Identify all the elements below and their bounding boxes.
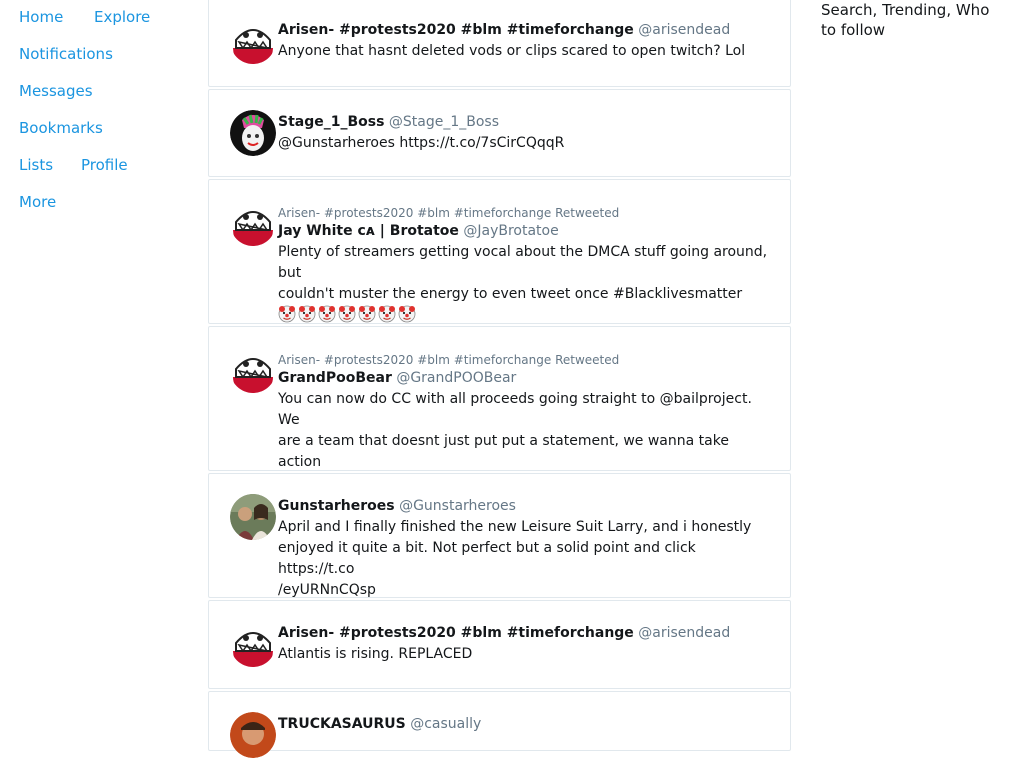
tweet-body: TRUCKASAURUS @casually [278,714,770,735]
retweet-context[interactable]: Arisen- #protests2020 #blm #timeforchang… [278,352,770,368]
tweet-text: April and I finally finished the new Lei… [278,519,752,598]
clown-face-emoji [338,305,356,323]
tweet[interactable]: Gunstarheroes @Gunstarheroes April and I… [208,473,791,598]
tweet-author-handle[interactable]: @Gunstarheroes [399,498,516,514]
tweet-author-name[interactable]: Gunstarheroes [278,498,395,514]
tweet-author-handle[interactable]: @Stage_1_Boss [389,114,499,130]
tweet[interactable]: Arisen- #protests2020 #blm #timeforchang… [208,600,791,689]
tweet-body: Arisen- #protests2020 #blm #timeforchang… [278,205,770,327]
tweet-author-name[interactable]: TRUCKASAURUS [278,716,406,732]
monster-avatar[interactable] [230,347,276,393]
tweet[interactable]: TRUCKASAURUS @casually [208,691,791,758]
tweet-author-name[interactable]: Jay White ᴄᴀ | Brotatoe [278,223,459,239]
clown-face-emoji [318,305,336,323]
right-sidebar-placeholder: Search, Trending, Who to follow [821,0,1006,40]
tweet-author-handle[interactable]: @arisendead [638,625,730,641]
clown-face-emoji [378,305,396,323]
tweet-text: Plenty of streamers getting vocal about … [278,242,770,327]
right-sidebar-text: Search, Trending, Who to follow [821,1,990,39]
clown-face-emoji [298,305,316,323]
tweet-body: Gunstarheroes @Gunstarheroes April and I… [278,496,770,601]
tweet-body: Arisen- #protests2020 #blm #timeforchang… [278,20,770,62]
person-photo-avatar[interactable] [230,712,276,758]
tweet[interactable]: Arisen- #protests2020 #blm #timeforchang… [208,0,791,87]
monster-avatar[interactable] [230,18,276,64]
tweet-text: @Gunstarheroes https://t.co/7sCirCQqqR [278,135,565,151]
nav-more[interactable]: More [19,192,56,212]
retweet-context[interactable]: Arisen- #protests2020 #blm #timeforchang… [278,205,770,221]
nav-messages[interactable]: Messages [19,81,93,101]
nav-explore[interactable]: Explore [94,7,150,27]
clown-face-emoji [398,305,416,323]
nav-bookmarks[interactable]: Bookmarks [19,118,103,138]
clown-face-emoji [278,305,296,323]
tweet-author-handle[interactable]: @arisendead [638,22,730,38]
emoji-row [278,305,418,327]
clown-face-emoji [358,305,376,323]
nav-home[interactable]: Home [19,7,63,27]
tweet-body: Stage_1_Boss @Stage_1_Boss @Gunstarheroe… [278,112,770,154]
monster-avatar[interactable] [230,200,276,246]
nav-notifications[interactable]: Notifications [19,44,113,64]
tweet-text: Atlantis is rising. REPLACED [278,646,473,662]
tweet-author-handle[interactable]: @JayBrotatoe [463,223,558,239]
tweet-author-name[interactable]: Arisen- #protests2020 #blm #timeforchang… [278,625,634,641]
nav-profile[interactable]: Profile [81,155,128,175]
tweet-text-content: Plenty of streamers getting vocal about … [278,244,768,302]
tweet[interactable]: Stage_1_Boss @Stage_1_Boss @Gunstarheroe… [208,89,791,177]
tweet[interactable]: Arisen- #protests2020 #blm #timeforchang… [208,179,791,324]
tweet[interactable]: Arisen- #protests2020 #blm #timeforchang… [208,326,791,491]
tweet-text: Anyone that hasnt deleted vods or clips … [278,43,746,59]
tweet-author-name[interactable]: GrandPooBear [278,370,392,386]
tweet-body: Arisen- #protests2020 #blm #timeforchang… [278,623,770,665]
couple-photo-avatar[interactable] [230,494,276,540]
tweet-author-handle[interactable]: @casually [410,716,481,732]
monster-avatar[interactable] [230,621,276,667]
tweet-author-name[interactable]: Stage_1_Boss [278,114,384,130]
nav-lists[interactable]: Lists [19,155,53,175]
clown-avatar[interactable] [230,110,276,156]
tweet-feed: Arisen- #protests2020 #blm #timeforchang… [208,0,791,758]
tweet-author-handle[interactable]: @GrandPOOBear [396,370,516,386]
tweet-author-name[interactable]: Arisen- #protests2020 #blm #timeforchang… [278,22,634,38]
